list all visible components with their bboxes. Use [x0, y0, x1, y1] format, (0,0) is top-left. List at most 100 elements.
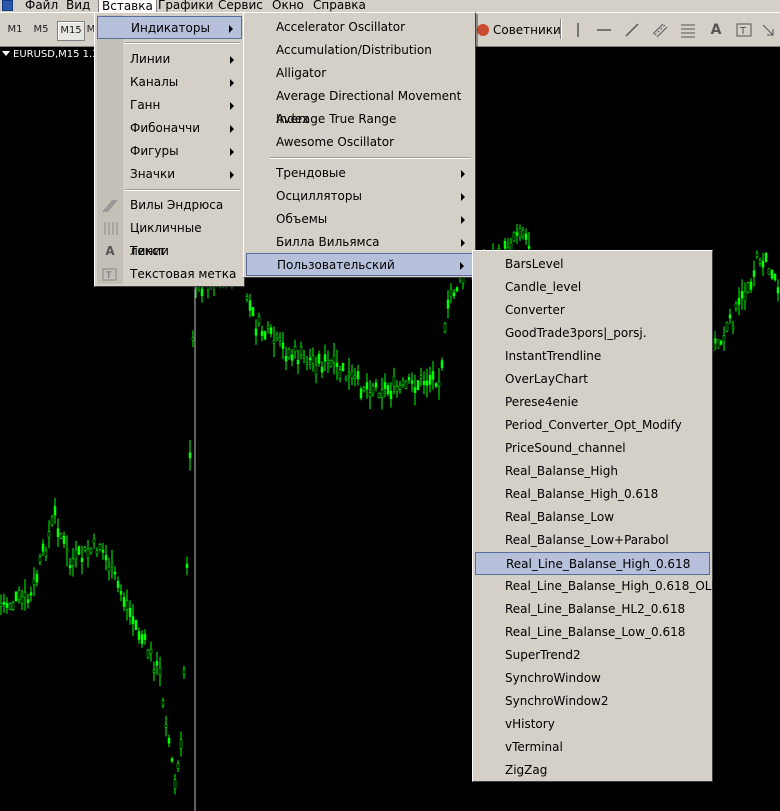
trendline-icon[interactable] [622, 20, 642, 40]
candle-body [761, 261, 765, 268]
menubar-item-1[interactable]: Вид [63, 0, 93, 12]
custom-indicator-supertrend2[interactable]: SuperTrend2 [475, 644, 710, 667]
text-label-tool-icon[interactable]: T [734, 20, 754, 40]
submenu-arrow-icon [230, 56, 234, 64]
candle-body [425, 380, 429, 386]
indicators-menu-item-7[interactable]: Осцилляторы [246, 185, 473, 208]
candle-body [89, 548, 93, 554]
custom-indicator-barslevel[interactable]: BarsLevel [475, 253, 710, 276]
indicators-menu-item-9[interactable]: Билла Вильямса [246, 231, 473, 254]
indicators-menu-item-0[interactable]: Accelerator Oscillator [246, 16, 473, 39]
insert-menu-item-label: Текстовая метка [130, 267, 237, 281]
horizontal-line-icon[interactable] [594, 20, 614, 40]
custom-indicator-perese4enie[interactable]: Perese4enie [475, 391, 710, 414]
indicators-menu-item-5[interactable]: Awesome Oscillator [246, 131, 473, 154]
custom-indicator-real-balanse-low[interactable]: Real_Balanse_Low [475, 506, 710, 529]
indicators-menu-item-10[interactable]: Пользовательский [246, 253, 473, 276]
custom-indicator-real-balanse-high[interactable]: Real_Balanse_High [475, 460, 710, 483]
candle-body [362, 387, 366, 391]
menubar-item-2[interactable]: Вставка [98, 0, 157, 12]
custom-indicator-vterminal[interactable]: vTerminal [475, 736, 710, 759]
candle-body [734, 303, 738, 309]
menubar-item-6[interactable]: Справка [310, 0, 369, 12]
submenu-arrow-icon [461, 239, 465, 247]
timeframe-m15-button[interactable]: M15 [57, 21, 85, 41]
custom-indicator-real-line-balanse-low-0-618[interactable]: Real_Line_Balanse_Low_0.618 [475, 621, 710, 644]
insert-menu-item-9[interactable]: A Текст [97, 240, 242, 263]
candle-body [773, 274, 777, 281]
custom-indicator-goodtrade3pors-porsj[interactable]: GoodTrade3pors|_porsj. [475, 322, 710, 345]
candle-body [86, 549, 90, 559]
candle-body [269, 327, 273, 334]
custom-indicator-synchrowindow[interactable]: SynchroWindow [475, 667, 710, 690]
candle-body [62, 535, 66, 544]
candle-body [719, 340, 723, 345]
insert-menu-item-label: Фибоначчи [130, 121, 201, 135]
custom-indicator-overlaychart[interactable]: OverLayChart [475, 368, 710, 391]
vertical-line-icon[interactable] [568, 20, 588, 40]
arrow-tool-icon[interactable] [758, 20, 778, 40]
advisors-icon [477, 24, 489, 36]
chart-symbol-label: EURUSD,M15 1.3 [2, 49, 99, 61]
menubar-item-0[interactable]: Файл [22, 0, 61, 12]
insert-menu-item-7[interactable]: Вилы Эндрюса [97, 194, 242, 217]
custom-indicator-real-line-balanse-hl2-0-618[interactable]: Real_Line_Balanse_HL2_0.618 [475, 598, 710, 621]
custom-indicator-zigzag[interactable]: ZigZag [475, 759, 710, 782]
custom-indicator-vhistory[interactable]: vHistory [475, 713, 710, 736]
candle-body [98, 544, 102, 551]
candle-body [512, 232, 516, 242]
insert-menu-item-4[interactable]: Фибоначчи [97, 117, 242, 140]
indicators-menu-item-1[interactable]: Accumulation/Distribution [246, 39, 473, 62]
custom-indicator-pricesound-channel[interactable]: PriceSound_channel [475, 437, 710, 460]
menubar-item-3[interactable]: Графики [155, 0, 216, 12]
custom-indicator-real-balanse-low-parabol[interactable]: Real_Balanse_Low+Parabol [475, 529, 710, 552]
indicators-menu-item-3[interactable]: Average Directional Movement Index [246, 85, 473, 126]
fibonacci-icon[interactable] [678, 20, 698, 40]
candle-body [395, 386, 399, 392]
insert-menu-item-10[interactable]: T Текстовая метка [97, 263, 242, 286]
equidistant-channel-icon[interactable] [650, 20, 670, 40]
insert-menu-item-label: Значки [130, 167, 176, 181]
custom-indicator-label: SynchroWindow [505, 671, 601, 685]
insert-menu-item-1[interactable]: Линии [97, 48, 242, 71]
menubar-item-4[interactable]: Сервис [215, 0, 266, 12]
insert-menu-item-5[interactable]: Фигуры [97, 140, 242, 163]
candle-body [77, 546, 81, 555]
timeframe-m1-button[interactable]: M1 [4, 21, 26, 39]
custom-indicator-candle-level[interactable]: Candle_level [475, 276, 710, 299]
candle-body [26, 599, 30, 604]
custom-indicator-period-converter-opt-modify[interactable]: Period_Converter_Opt_Modify [475, 414, 710, 437]
candle-body [281, 342, 285, 349]
custom-indicator-label: ZigZag [505, 763, 548, 777]
candle-body [305, 361, 309, 365]
insert-menu-item-3[interactable]: Ганн [97, 94, 242, 117]
candle-body [92, 538, 96, 544]
indicators-menu-item-label: Accelerator Oscillator [276, 20, 406, 34]
indicators-menu-item-2[interactable]: Alligator [246, 62, 473, 85]
candle-body [116, 581, 120, 588]
candle-body [134, 619, 138, 631]
indicators-menu-item-6[interactable]: Трендовые [246, 162, 473, 185]
text-icon: A [105, 244, 115, 258]
custom-indicator-converter[interactable]: Converter [475, 299, 710, 322]
insert-menu-item-6[interactable]: Значки [97, 163, 242, 186]
text-tool-icon[interactable]: A [706, 20, 726, 40]
advisors-button[interactable]: Советники [477, 21, 561, 39]
insert-menu-item-0[interactable]: Индикаторы [97, 16, 242, 39]
candle-body [407, 377, 411, 381]
submenu-arrow-icon [461, 216, 465, 224]
insert-menu: Индикаторы Линии Каналы Ганн Фибоначчи Фигуры… [94, 12, 245, 287]
indicators-menu-item-8[interactable]: Объемы [246, 208, 473, 231]
custom-indicator-real-balanse-high-0-618[interactable]: Real_Balanse_High_0.618 [475, 483, 710, 506]
menubar-item-5[interactable]: Окно [269, 0, 307, 12]
insert-menu-item-8[interactable]: Цикличные линии [97, 217, 242, 258]
custom-indicator-label: Period_Converter_Opt_Modify [505, 418, 682, 432]
insert-menu-item-2[interactable]: Каналы [97, 71, 242, 94]
indicators-menu-item-4[interactable]: Average True Range [246, 108, 473, 131]
custom-indicator-instanttrendline[interactable]: InstantTrendline [475, 345, 710, 368]
timeframe-m5-button[interactable]: M5 [30, 21, 52, 39]
custom-indicator-synchrowindow2[interactable]: SynchroWindow2 [475, 690, 710, 713]
custom-indicator-real-line-balanse-high-0-618-old[interactable]: Real_Line_Balanse_High_0.618_OLD [475, 575, 721, 598]
candle-body [296, 359, 300, 365]
custom-indicator-real-line-balanse-high-0-618[interactable]: Real_Line_Balanse_High_0.618 [475, 552, 710, 575]
